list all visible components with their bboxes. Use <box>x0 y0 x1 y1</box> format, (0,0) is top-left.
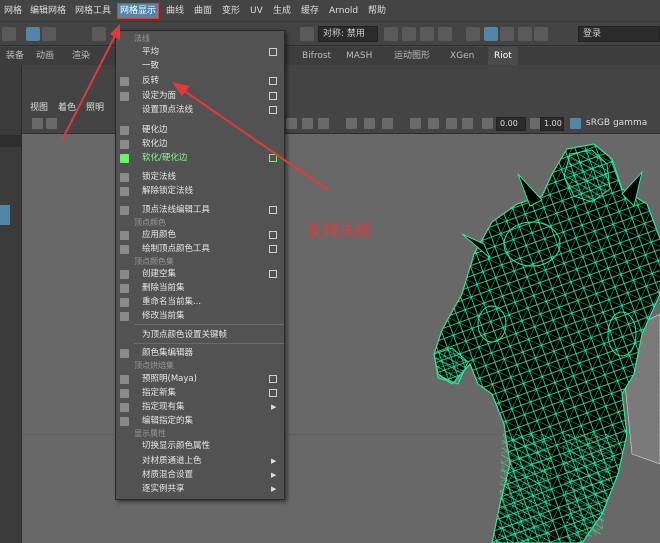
annotation-arrows <box>61 24 329 191</box>
annotation-arrow-icon <box>179 87 329 191</box>
annotation-arrow-icon <box>61 29 119 141</box>
annotation-label: 反转法线 <box>307 221 372 240</box>
